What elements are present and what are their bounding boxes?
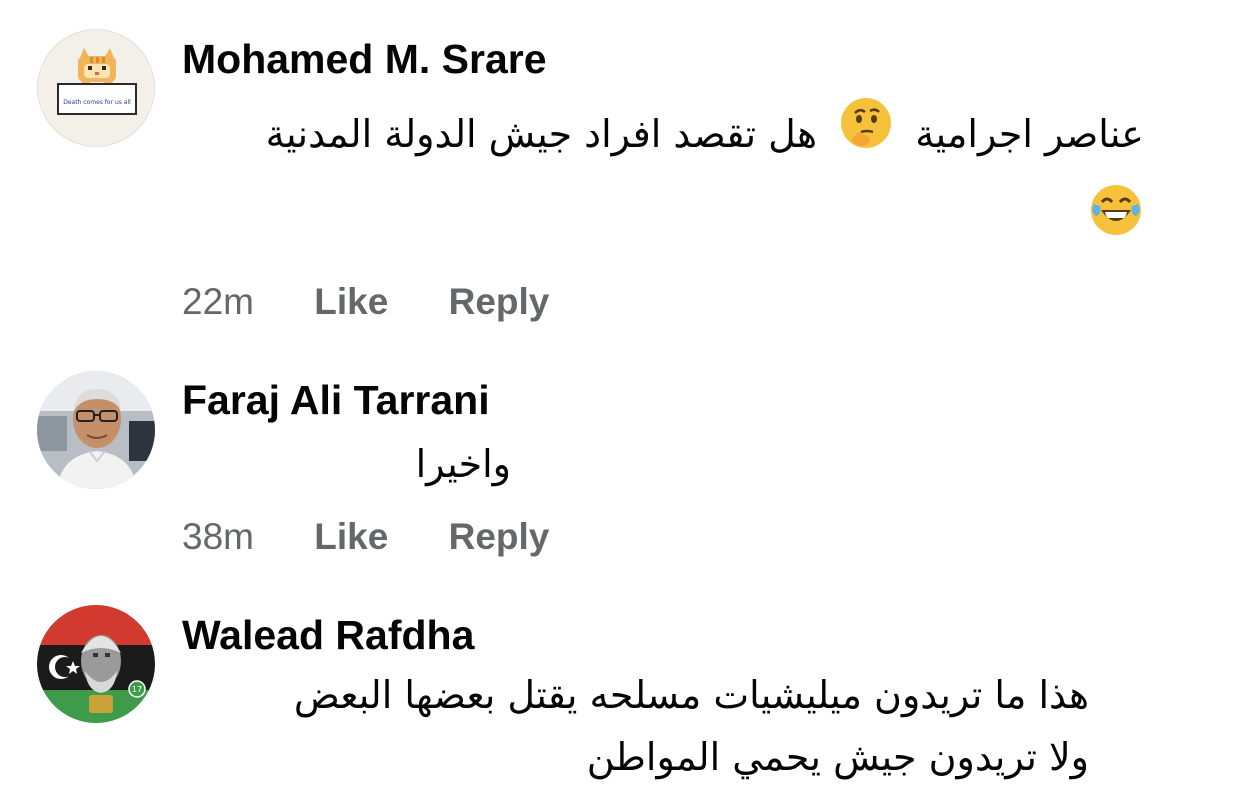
comment-text: هذا ما تريدون ميليشيات مسلحه يقتل بعضها …: [294, 652, 1089, 792]
avatar-sign-text: Death comes for us all: [63, 99, 131, 106]
reply-button[interactable]: Reply: [449, 513, 550, 561]
like-button[interactable]: Like: [314, 513, 388, 561]
comment-actions: 38m Like Reply: [182, 513, 549, 561]
author-name[interactable]: Mohamed M. Srare: [182, 35, 547, 83]
comment-text-line: واخيرا: [415, 442, 511, 486]
comment-text-line: ولا تريدون جيش يحمي المواطن: [586, 735, 1089, 779]
comment-actions: 22m Like Reply: [182, 278, 549, 326]
comment-text-line: عناصر اجرامية هل تقصد افراد جيش الدولة ا…: [266, 90, 1144, 178]
tears-of-joy-face-icon: [1088, 181, 1144, 269]
comment-text-line: هذا ما تريدون ميليشيات مسلحه يقتل بعضها …: [293, 673, 1089, 717]
comment-text-segment: عناصر اجرامية: [915, 112, 1144, 156]
profile-photo-image: [37, 371, 155, 489]
comment-text: واخيرا: [182, 420, 511, 508]
timestamp[interactable]: 22m: [182, 278, 254, 326]
comment-text-segment: هل تقصد افراد جيش الدولة المدنية: [265, 112, 817, 156]
avatar[interactable]: Death comes for us all: [37, 29, 155, 147]
avatar[interactable]: 17: [37, 605, 155, 723]
author-name[interactable]: Faraj Ali Tarrani: [182, 376, 490, 424]
avatar-badge-number: 17: [132, 685, 142, 694]
cat-sign-avatar-image: Death comes for us all: [57, 48, 137, 115]
like-button[interactable]: Like: [314, 278, 388, 326]
comment-text: عناصر اجرامية هل تقصد افراد جيش الدولة ا…: [266, 90, 1144, 266]
flag-portrait-avatar-image: 17: [37, 605, 155, 723]
reply-button[interactable]: Reply: [449, 278, 550, 326]
thinking-face-icon: [839, 93, 893, 181]
avatar[interactable]: [37, 371, 155, 489]
timestamp[interactable]: 38m: [182, 513, 254, 561]
comment-text-line: [266, 178, 1144, 266]
